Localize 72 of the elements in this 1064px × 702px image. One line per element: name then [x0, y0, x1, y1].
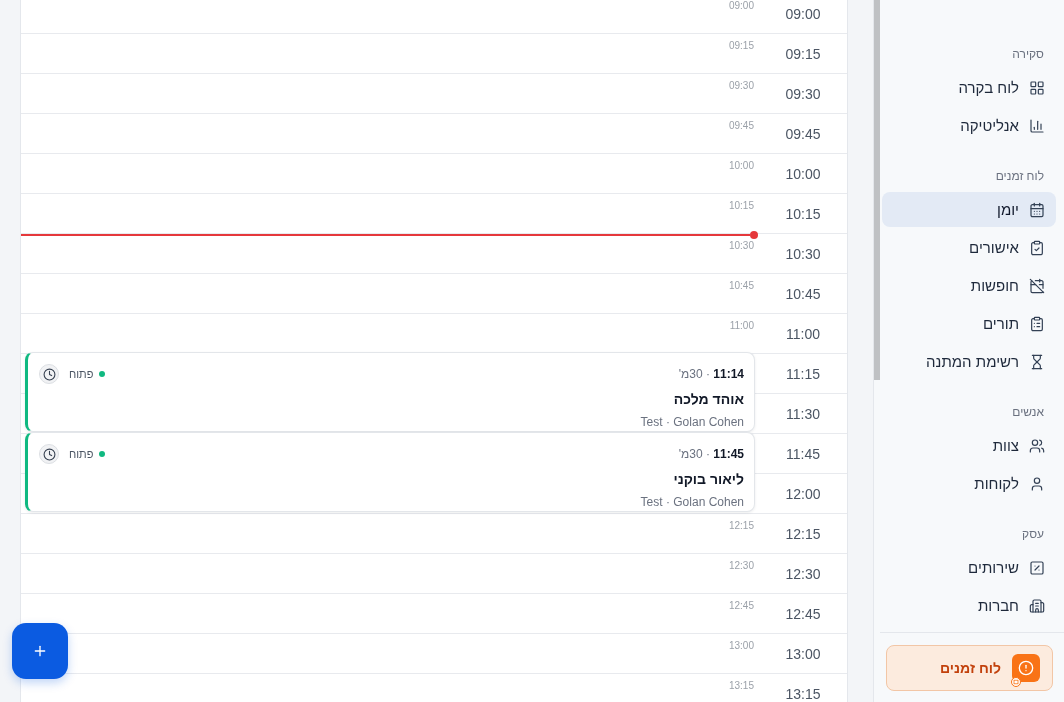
- alert-icon: [1012, 654, 1040, 682]
- bar-chart-icon: [1029, 117, 1045, 134]
- time-label: 11:00: [785, 324, 821, 344]
- client-name: ליאור בוקני: [672, 470, 744, 489]
- slot-time-label: 13:15: [728, 680, 754, 691]
- status-label: פתוח: [69, 448, 94, 460]
- time-label: 09:00: [784, 4, 822, 24]
- slot-time-label: 09:15: [728, 40, 754, 51]
- plus-icon: [32, 643, 48, 659]
- status-label: פתוח: [69, 368, 94, 380]
- nav-item[interactable]: לוח בקרה: [882, 70, 1056, 105]
- slot-time-label: 10:30: [728, 240, 754, 251]
- slot-time-label: 10:00: [728, 160, 754, 171]
- time-label: 11:15: [785, 364, 821, 384]
- users-icon: [1029, 437, 1045, 454]
- clipboard-list-icon: [1029, 315, 1045, 332]
- nav-item[interactable]: חברות: [882, 588, 1056, 623]
- nav-item[interactable]: שירותים: [882, 550, 1056, 585]
- time-label: 12:45: [784, 604, 822, 624]
- slot-time-label: 12:45: [728, 600, 754, 611]
- section-title: סקירה: [1011, 46, 1045, 62]
- clipboard-check-icon: [1029, 239, 1045, 256]
- percent-square-icon: [1029, 559, 1045, 576]
- slot-time-label: 11:00: [729, 320, 754, 331]
- time-label: 11:30: [785, 404, 821, 424]
- slot-time-label: 12:30: [728, 560, 754, 571]
- appointment-details: Test · Golan Cohen: [639, 495, 744, 509]
- nav-item[interactable]: תורים: [882, 306, 1056, 341]
- time-label: 10:30: [784, 244, 822, 264]
- calendar-badge-icon: [1011, 677, 1021, 687]
- nav-item[interactable]: צוות: [882, 428, 1056, 463]
- time-label: 13:15: [784, 684, 822, 702]
- clock-icon[interactable]: [39, 444, 59, 464]
- slot-time-label: 09:30: [728, 80, 754, 91]
- calendar-icon: [1029, 201, 1045, 218]
- nav-item[interactable]: רשימת המתנה: [882, 344, 1056, 379]
- section-title: עסק: [1021, 526, 1045, 542]
- add-button[interactable]: [12, 623, 68, 679]
- time-label: 10:00: [784, 164, 822, 184]
- time-label: 10:45: [784, 284, 822, 304]
- time-label: 11:45: [785, 444, 821, 464]
- calendar-slash-icon: [1029, 277, 1045, 294]
- user-icon: [1029, 475, 1045, 492]
- section-title: לוח זמנים: [994, 168, 1045, 184]
- nav-item[interactable]: לקוחות: [882, 466, 1056, 501]
- time-label: 10:15: [784, 204, 822, 224]
- hourglass-icon: [1029, 353, 1045, 370]
- slot-time-label: 13:00: [728, 640, 754, 651]
- time-label: 09:30: [784, 84, 822, 104]
- slot-time-label: 09:00: [728, 0, 754, 11]
- time-label: 13:00: [784, 644, 822, 664]
- appointment-details: Test · Golan Cohen: [639, 415, 744, 429]
- scrollbar-thumb[interactable]: [874, 0, 880, 380]
- slot-time-label: 10:15: [728, 200, 754, 211]
- time-label: 09:45: [784, 124, 822, 144]
- nav-item[interactable]: חופשות: [882, 268, 1056, 303]
- schedule-alert-button[interactable]: לוח זמנים: [886, 645, 1053, 691]
- client-name: אוהד מלכה: [672, 390, 744, 409]
- time-label: 12:30: [784, 564, 822, 584]
- slot-time-label: 12:15: [728, 520, 754, 531]
- section-title: אנשים: [1011, 404, 1045, 420]
- nav-item[interactable]: אישורים: [882, 230, 1056, 265]
- nav-item[interactable]: יומן: [882, 192, 1056, 227]
- clock-icon[interactable]: [39, 364, 59, 384]
- building-icon: [1029, 597, 1045, 614]
- nav-item[interactable]: אנליטיקה: [882, 108, 1056, 143]
- grid-icon: [1029, 79, 1045, 96]
- time-label: 09:15: [784, 44, 822, 64]
- slot-time-label: 10:45: [728, 280, 754, 291]
- time-label: 12:15: [784, 524, 822, 544]
- slot-time-label: 09:45: [728, 120, 754, 131]
- time-label: 12:00: [784, 484, 822, 504]
